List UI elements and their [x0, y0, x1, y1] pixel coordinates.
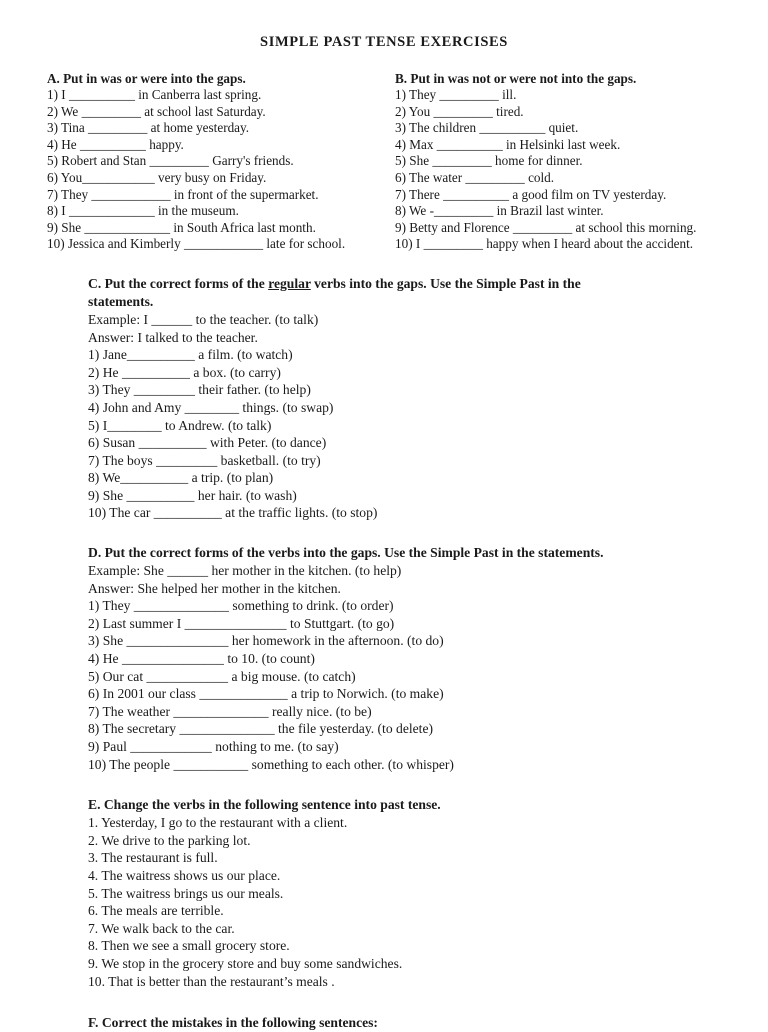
list-item: 4) He __________ happy.	[47, 136, 184, 152]
list-item: 6) Susan __________ with Peter. (to danc…	[88, 435, 327, 451]
list-item: 8) We -_________ in Brazil last winter.	[395, 203, 604, 219]
section-c: C. Put the correct forms of the regular …	[0, 275, 768, 522]
list-item: 4) Max __________ in Helsinki last week.	[395, 136, 621, 152]
section-a: A. Put in was or were into the gaps. 1) …	[47, 70, 395, 253]
list-item: 6) You___________ very busy on Friday.	[47, 169, 267, 185]
list-item: 3) The children __________ quiet.	[395, 120, 579, 136]
list-item: 6) In 2001 our class _____________ a tri…	[88, 686, 444, 702]
section-d: D. Put the correct forms of the verbs in…	[0, 544, 768, 773]
list-item: 10) The people ___________ something to …	[88, 756, 454, 772]
list-item: 2. We drive to the parking lot.	[88, 832, 251, 848]
section-c-heading-part1: C. Put the correct forms of the	[88, 275, 269, 291]
list-item: 8) The secretary ______________ the file…	[88, 721, 434, 737]
section-c-example: Example: I ______ to the teacher. (to ta…	[88, 311, 319, 327]
section-d-heading: D. Put the correct forms of the verbs in…	[88, 545, 604, 561]
list-item: 2) He __________ a box. (to carry)	[88, 364, 281, 380]
section-b-heading: B. Put in was not or were not into the g…	[395, 71, 637, 86]
list-item: 1) Jane__________ a film. (to watch)	[88, 347, 293, 363]
section-c-heading-underlined: regular	[268, 275, 311, 291]
list-item: 10. That is better than the restaurant’s…	[88, 973, 335, 989]
list-item: 4) He _______________ to 10. (to count)	[88, 651, 315, 667]
page-title: SIMPLE PAST TENSE EXERCISES	[260, 34, 508, 50]
list-item: 1) I __________ in Canberra last spring.	[47, 87, 262, 102]
list-item: 2) Last summer I _______________ to Stut…	[88, 615, 395, 631]
list-item: 3) She _______________ her homework in t…	[88, 633, 444, 649]
list-item: 1) They ______________ something to drin…	[88, 598, 394, 614]
section-e-heading: E. Change the verbs in the following sen…	[88, 797, 441, 813]
section-c-heading: C. Put the correct forms of the regular …	[88, 275, 608, 311]
list-item: 7) They ____________ in front of the sup…	[47, 186, 319, 202]
list-item: 6) The water _________ cold.	[395, 169, 555, 185]
section-e: E. Change the verbs in the following sen…	[0, 796, 768, 990]
list-item: 7) The boys _________ basketball. (to tr…	[88, 452, 321, 468]
section-b: B. Put in was not or were not into the g…	[395, 70, 760, 253]
list-item: 8) I _____________ in the museum.	[47, 203, 239, 219]
list-item: 10) Jessica and Kimberly ____________ la…	[47, 236, 346, 252]
list-item: 10) The car __________ at the traffic li…	[88, 505, 378, 521]
list-item: 5) Our cat ____________ a big mouse. (to…	[88, 668, 356, 684]
list-item: 1) They _________ ill.	[395, 87, 517, 102]
list-item: 1. Yesterday, I go to the restaurant wit…	[88, 815, 348, 831]
list-item: 4) John and Amy ________ things. (to swa…	[88, 399, 334, 415]
list-item: 5) Robert and Stan _________ Garry's fri…	[47, 153, 294, 169]
section-f: F. Correct the mistakes in the following…	[0, 1014, 768, 1032]
columns-a-b: A. Put in was or were into the gaps. 1) …	[0, 70, 768, 253]
list-item: 2) We _________ at school last Saturday.	[47, 103, 266, 119]
list-item: 2) You _________ tired.	[395, 103, 524, 119]
section-c-answer: Answer: I talked to the teacher.	[88, 329, 258, 345]
list-item: 7) There __________ a good film on TV ye…	[395, 186, 667, 202]
list-item: 10) I _________ happy when I heard about…	[395, 236, 694, 252]
worksheet-page: SIMPLE PAST TENSE EXERCISES A. Put in wa…	[0, 0, 768, 1030]
list-item: 9) She _____________ in South Africa las…	[47, 219, 316, 235]
list-item: 9. We stop in the grocery store and buy …	[88, 955, 403, 971]
list-item: 6. The meals are terrible.	[88, 903, 224, 919]
section-a-heading: A. Put in was or were into the gaps.	[47, 71, 246, 86]
list-item: 5) She _________ home for dinner.	[395, 153, 583, 169]
list-item: 3. The restaurant is full.	[88, 850, 218, 866]
list-item: 9) She __________ her hair. (to wash)	[88, 487, 297, 503]
list-item: 5. The waitress brings us our meals.	[88, 885, 284, 901]
list-item: 8) We__________ a trip. (to plan)	[88, 470, 274, 486]
list-item: 7. We walk back to the car.	[88, 920, 235, 936]
list-item: 9) Paul ____________ nothing to me. (to …	[88, 739, 339, 754]
section-f-heading: F. Correct the mistakes in the following…	[88, 1015, 378, 1031]
list-item: 8. Then we see a small grocery store.	[88, 938, 290, 954]
list-item: 3) Tina _________ at home yesterday.	[47, 120, 250, 136]
list-item: 3) They _________ their father. (to help…	[88, 382, 311, 398]
section-d-example: Example: She ______ her mother in the ki…	[88, 563, 402, 579]
list-item: 7) The weather ______________ really nic…	[88, 703, 372, 719]
list-item: 9) Betty and Florence _________ at schoo…	[395, 219, 697, 235]
section-d-answer: Answer: She helped her mother in the kit…	[88, 580, 341, 596]
list-item: 4. The waitress shows us our place.	[88, 867, 281, 883]
list-item: 5) I________ to Andrew. (to talk)	[88, 417, 272, 433]
